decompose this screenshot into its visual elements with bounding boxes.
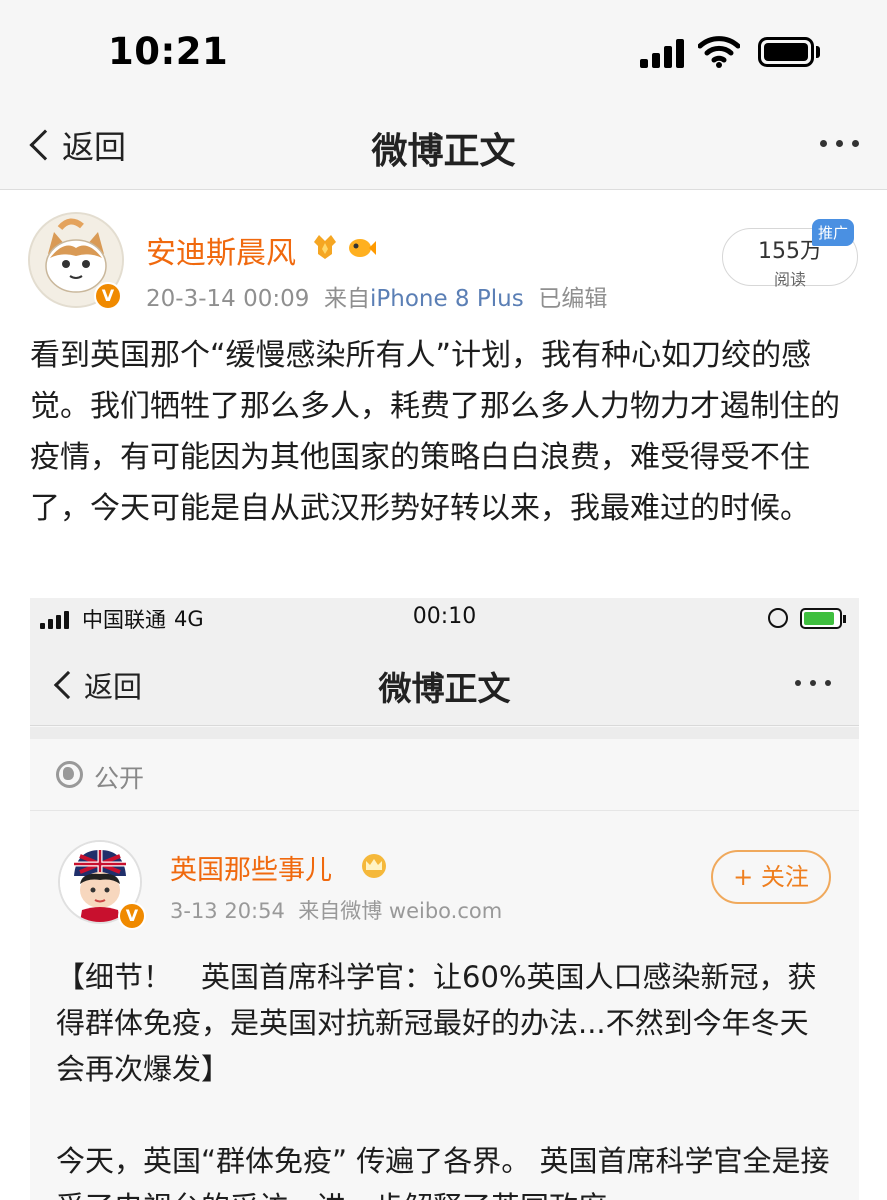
author-badges bbox=[310, 232, 376, 262]
fish-icon bbox=[349, 239, 376, 257]
avatar[interactable]: V bbox=[28, 212, 124, 310]
more-dots-icon[interactable] bbox=[820, 140, 859, 147]
embedded-verified-badge-icon: V bbox=[118, 902, 146, 930]
post-text: 看到英国那个“缓慢感染所有人”计划，我有种心如刀绞的感觉。我们牺牲了那么多人，耗… bbox=[30, 338, 840, 526]
embedded-post-date: 3-13 20:54 bbox=[170, 899, 285, 923]
embedded-post: V 英国那些事儿 3-13 20:54 来自微博 weibo.com + 关注 … bbox=[30, 812, 859, 1200]
embedded-status-bar: 中国联通 4G 00:10 bbox=[30, 598, 859, 642]
embedded-source-prefix: 来自微博 bbox=[298, 899, 383, 923]
post-source[interactable]: iPhone 8 Plus bbox=[370, 286, 524, 312]
medal-icon bbox=[314, 235, 336, 259]
source-prefix: 来自 bbox=[323, 286, 370, 312]
rotation-lock-icon bbox=[768, 608, 788, 628]
embedded-battery-icon bbox=[800, 608, 842, 629]
follow-button: + 关注 bbox=[711, 850, 831, 904]
edited-label: 已编辑 bbox=[538, 286, 608, 312]
author-name[interactable]: 安迪斯晨风 bbox=[146, 228, 296, 272]
nav-bar: 返回 微博正文 bbox=[0, 100, 887, 190]
embedded-time: 00:10 bbox=[412, 604, 477, 629]
battery-cap bbox=[816, 46, 820, 58]
battery-icon bbox=[758, 37, 814, 67]
globe-icon bbox=[56, 761, 83, 788]
embedded-nav-bar: 返回 微博正文 bbox=[30, 642, 859, 726]
embedded-post-text: 【细节！ 英国首席科学官：让60%英国人口感染新冠，获得群体免疫，是英国对抗新冠… bbox=[56, 960, 817, 1086]
verified-badge-icon: V bbox=[94, 282, 122, 310]
signal-icon bbox=[640, 38, 686, 68]
embedded-more-dots-icon bbox=[795, 680, 831, 686]
embedded-post-text-2: 今天，英国“群体免疫” 传遍了各界。 英国首席科学官全是接受了电视台的采访，进一… bbox=[56, 1144, 830, 1200]
embedded-post-meta: 3-13 20:54 来自微博 weibo.com bbox=[170, 895, 502, 925]
embedded-title: 微博正文 bbox=[378, 669, 511, 708]
post-meta: 20-3-14 00:09 来自iPhone 8 Plus 已编辑 bbox=[146, 279, 607, 313]
embedded-post-source: weibo.com bbox=[388, 899, 503, 923]
promo-tag[interactable]: 推广 bbox=[812, 219, 855, 246]
embedded-author-name: 英国那些事儿 bbox=[170, 855, 332, 886]
divider bbox=[30, 727, 859, 739]
status-bar: 10:21 bbox=[0, 0, 887, 100]
status-time: 10:21 bbox=[108, 30, 229, 73]
embedded-battery-cap bbox=[843, 615, 846, 623]
crown-icon bbox=[362, 854, 386, 878]
visibility-label: 公开 bbox=[94, 764, 145, 793]
embedded-screenshot[interactable]: 中国联通 4G 00:10 返回 微博正文 公开 V 英国那些事儿 3-13 2… bbox=[30, 598, 859, 1200]
read-label: 阅读 bbox=[773, 270, 806, 289]
page-title: 微博正文 bbox=[371, 131, 516, 172]
wifi-icon bbox=[698, 36, 740, 68]
visibility-row: 公开 bbox=[30, 739, 859, 811]
post-date: 20-3-14 00:09 bbox=[146, 286, 310, 312]
